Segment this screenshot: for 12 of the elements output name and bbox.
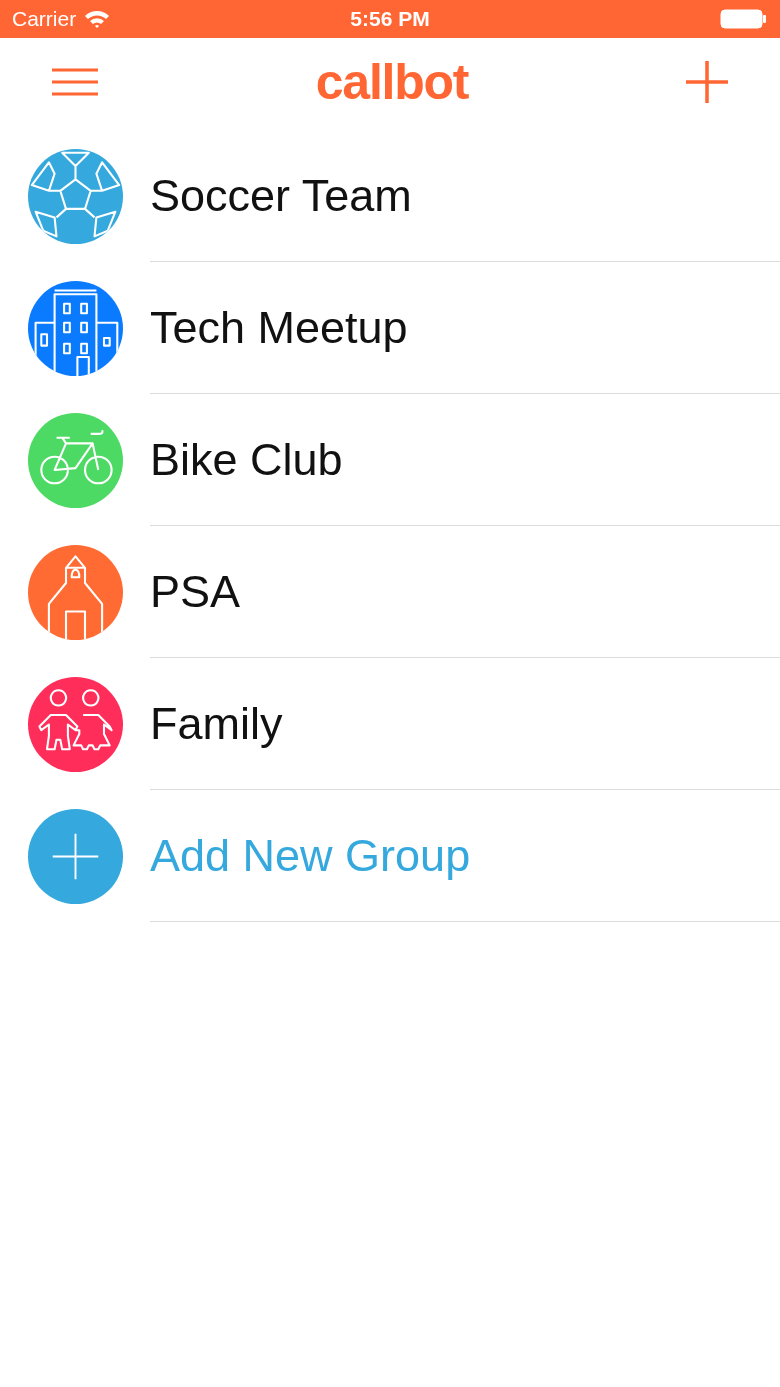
carrier-label: Carrier — [12, 6, 77, 33]
menu-button[interactable] — [52, 67, 98, 97]
add-button[interactable] — [686, 61, 728, 103]
group-name[interactable]: Bike Club — [150, 437, 343, 482]
group-name[interactable]: Soccer Team — [150, 173, 412, 218]
wifi-icon — [84, 10, 111, 28]
battery-icon — [720, 9, 768, 29]
group-name[interactable]: PSA — [150, 569, 241, 614]
group-name[interactable]: Tech Meetup — [150, 305, 408, 350]
clock: 5:56 PM — [350, 6, 430, 33]
app-logo: callbot — [315, 52, 469, 112]
group-name[interactable]: Family — [150, 701, 283, 746]
